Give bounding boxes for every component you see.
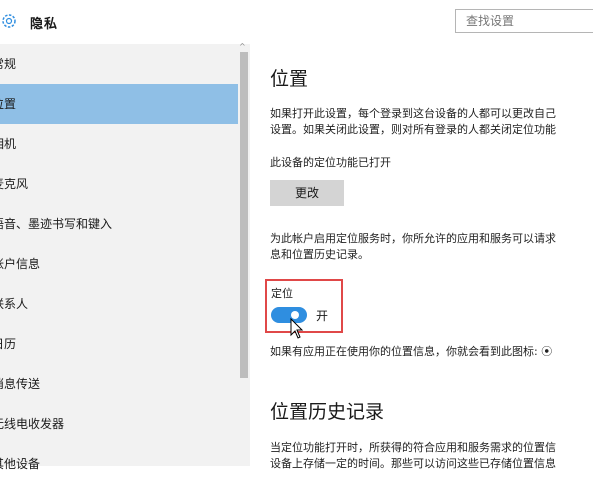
intro-text-line2: 设置。如果关闭此设置，则对所有登录的人都关闭定位功能 bbox=[270, 123, 556, 136]
change-button[interactable]: 更改 bbox=[270, 180, 344, 206]
toggle-state-label: 开 bbox=[316, 309, 329, 323]
sidebar-item-radios[interactable]: 无线电收发器 bbox=[0, 404, 238, 444]
sidebar-item-location[interactable]: 位置 bbox=[0, 84, 238, 124]
account-text-line2: 息和位置历史记录。 bbox=[270, 248, 369, 261]
sidebar: 常规 位置 相机 麦克风 语音、墨迹书写和键入 帐户信息 联系人 日历 消息传送… bbox=[0, 44, 250, 471]
sidebar-scrollbar[interactable] bbox=[240, 52, 248, 378]
scroll-up-icon[interactable]: ^ bbox=[239, 42, 246, 51]
sidebar-item-calendar[interactable]: 日历 bbox=[0, 324, 238, 364]
main-content: 位置 如果打开此设置，每个登录到这台设备的人都可以更改自己 设置。如果关闭此设置… bbox=[250, 44, 593, 470]
sidebar-item-speech-inking[interactable]: 语音、墨迹书写和键入 bbox=[0, 204, 238, 244]
page-title: 隐私 bbox=[30, 17, 59, 32]
section-title: 位置 bbox=[270, 68, 309, 90]
mouse-cursor-icon bbox=[290, 318, 304, 339]
history-text-line2: 设备上存储一定的时间。那些可以访问这些已存储位置信息 bbox=[270, 457, 556, 470]
sidebar-item-messaging[interactable]: 消息传送 bbox=[0, 364, 238, 404]
history-title: 位置历史记录 bbox=[270, 401, 385, 423]
location-toggle-label: 定位 bbox=[271, 287, 293, 300]
sidebar-item-account-info[interactable]: 帐户信息 bbox=[0, 244, 238, 284]
sidebar-item-contacts[interactable]: 联系人 bbox=[0, 284, 238, 324]
location-usage-note: 如果有应用正在使用你的位置信息，你就会看到此图标: ⦿ bbox=[270, 345, 553, 358]
device-location-status: 此设备的定位功能已打开 bbox=[270, 156, 391, 169]
sidebar-item-camera[interactable]: 相机 bbox=[0, 124, 238, 164]
title-bar: 隐私 bbox=[0, 0, 593, 44]
account-text-line1: 为此帐户启用定位服务时，你所允许的应用和服务可以请求 bbox=[270, 232, 556, 245]
intro-text-line1: 如果打开此设置，每个登录到这台设备的人都可以更改自己 bbox=[270, 107, 556, 120]
sidebar-item-microphone[interactable]: 麦克风 bbox=[0, 164, 238, 204]
sidebar-item-general[interactable]: 常规 bbox=[0, 44, 238, 84]
gear-icon bbox=[2, 14, 16, 28]
search-input[interactable] bbox=[455, 9, 593, 33]
history-text-line1: 当定位功能打开时，所获得的符合应用和服务需求的位置信 bbox=[270, 441, 556, 454]
sidebar-item-other-devices[interactable]: 其他设备 bbox=[0, 444, 238, 484]
